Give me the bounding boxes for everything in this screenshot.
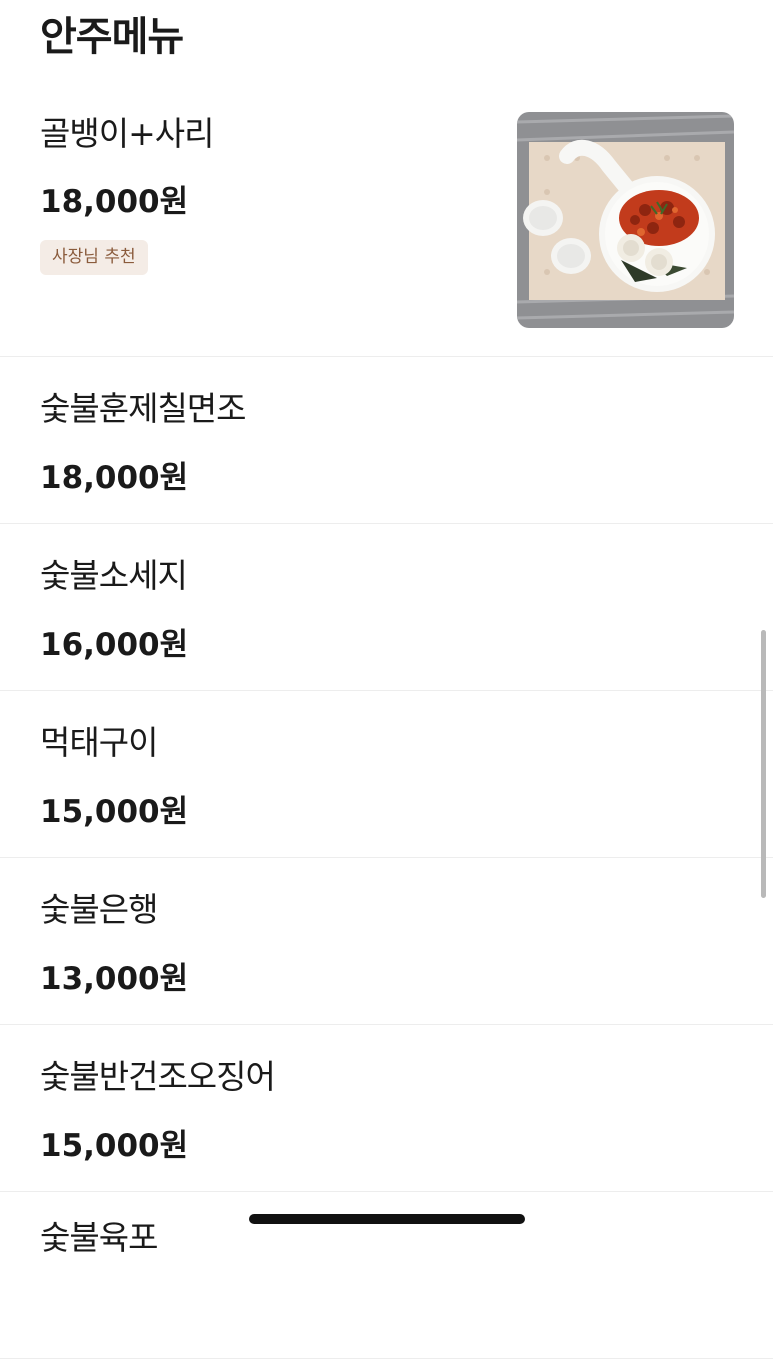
dish-photo-illustration (517, 112, 734, 328)
menu-item-price: 18,000원 (40, 460, 189, 496)
section-title: 안주메뉴 (40, 14, 184, 60)
scrollbar[interactable] (761, 630, 766, 898)
menu-item-price: 15,000원 (40, 1128, 189, 1164)
menu-item-ginkgo[interactable]: 숯불은행 13,000원 (0, 858, 773, 1025)
menu-item-name: 숯불육포 (40, 1218, 158, 1257)
menu-item-name: 숯불소세지 (40, 556, 188, 595)
menu-item-golbaengi[interactable]: 골뱅이+사리 18,000원 사장님 추천 (0, 86, 773, 357)
menu-item-name: 숯불반건조오징어 (40, 1057, 276, 1096)
home-indicator[interactable] (249, 1214, 525, 1224)
menu-item-sausage[interactable]: 숯불소세지 16,000원 (0, 524, 773, 691)
menu-list: 골뱅이+사리 18,000원 사장님 추천 숯불훈제칠면조 18,000원 숯불… (0, 86, 773, 1359)
menu-item-price: 18,000원 (40, 184, 189, 220)
menu-item-price: 13,000원 (40, 961, 189, 997)
menu-item-name: 숯불은행 (40, 890, 158, 929)
menu-item-name: 숯불훈제칠면조 (40, 389, 247, 428)
menu-item-name: 골뱅이+사리 (40, 114, 214, 153)
menu-item-name: 먹태구이 (40, 723, 158, 762)
menu-item-mukte[interactable]: 먹태구이 15,000원 (0, 691, 773, 858)
owner-recommend-badge: 사장님 추천 (40, 240, 148, 275)
menu-item-price: 15,000원 (40, 794, 189, 830)
menu-item-price: 16,000원 (40, 627, 189, 663)
menu-item-photo[interactable] (517, 112, 734, 328)
menu-item-turkey[interactable]: 숯불훈제칠면조 18,000원 (0, 357, 773, 524)
menu-item-squid[interactable]: 숯불반건조오징어 15,000원 (0, 1025, 773, 1192)
